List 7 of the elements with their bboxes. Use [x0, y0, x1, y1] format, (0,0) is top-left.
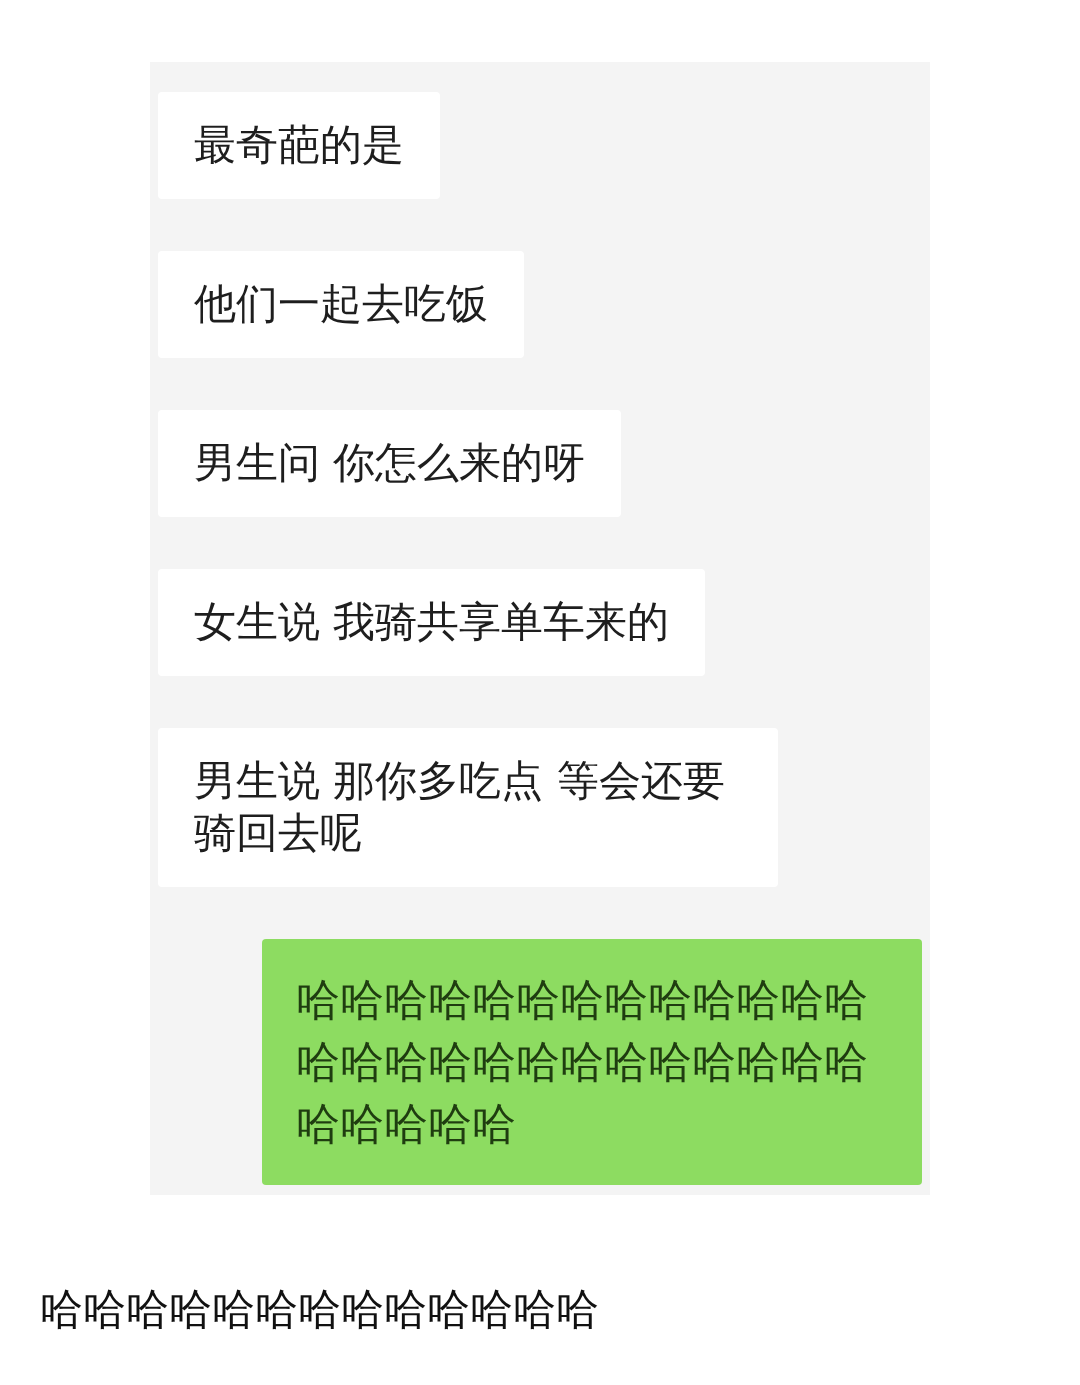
message-bubble: 他们一起去吃饭	[158, 251, 524, 358]
message-bubble: 男生说 那你多吃点 等会还要骑回去呢	[158, 728, 778, 887]
caption-text: 哈哈哈哈哈哈哈哈哈哈哈哈哈	[40, 1283, 599, 1336]
message-bubble: 女生说 我骑共享单车来的	[158, 569, 706, 676]
message-bubble: 最奇葩的是	[158, 92, 440, 199]
message-bubble: 男生问 你怎么来的呀	[158, 410, 622, 517]
message-bubble: 哈哈哈哈哈哈哈哈哈哈哈哈哈哈哈哈哈哈哈哈哈哈哈哈哈哈哈哈哈哈哈	[262, 939, 922, 1185]
